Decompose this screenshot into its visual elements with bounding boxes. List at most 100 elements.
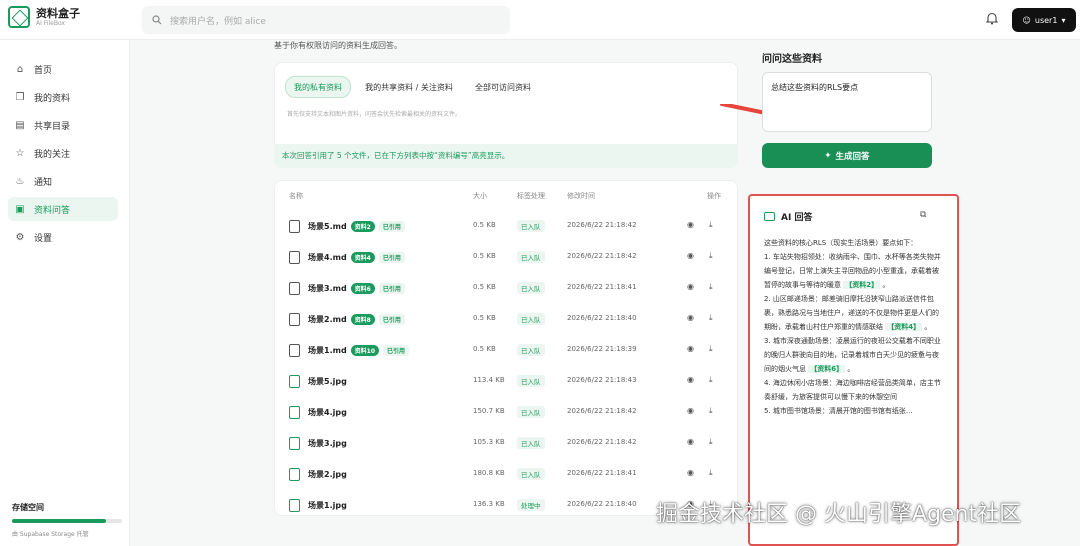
notification-bell-icon[interactable] xyxy=(985,12,999,28)
table-row[interactable]: 场景2.md 资料8 已引用 0.5 KB 已入队 2026/6/22 21:18:40 ◉… xyxy=(275,304,739,335)
preview-eye-icon[interactable]: ◉ xyxy=(687,251,694,260)
tab-private[interactable]: 我的私有资料 xyxy=(285,76,351,98)
brand[interactable]: 资料盒子 AI FileBox xyxy=(8,6,80,28)
filter-hint: 首先仅支持文本和图片资料，问答会优先检索最相关的资料文件。 xyxy=(287,111,462,118)
sidebar-item-label: 首页 xyxy=(34,65,53,76)
file-name-cell[interactable]: 场景4.md 资料4 已引用 xyxy=(289,251,405,264)
download-icon[interactable]: ⤓ xyxy=(709,220,713,230)
home-icon: ⌂ xyxy=(16,63,24,75)
col-size: 大小 xyxy=(473,192,487,200)
download-icon[interactable]: ⤓ xyxy=(709,313,713,323)
preview-eye-icon[interactable]: ◉ xyxy=(687,344,694,353)
sidebar-item-label: 我的关注 xyxy=(34,149,71,160)
source-badge: 资料4 xyxy=(350,252,375,263)
ai-point-5: 5. 城市图书馆场景：清晨开馆的图书馆有纸张... xyxy=(764,407,913,415)
image-file-icon xyxy=(289,437,300,450)
file-name-cell[interactable]: 场景2.md 资料8 已引用 xyxy=(289,313,405,326)
download-icon[interactable]: ⤓ xyxy=(709,468,713,478)
file-size: 113.4 KB xyxy=(473,376,505,384)
storage-label: 存储空间 xyxy=(12,503,44,512)
col-status: 标签处理 xyxy=(517,192,545,200)
modified-time: 2026/6/22 21:18:42 xyxy=(567,407,637,415)
source-badge: 资料2 xyxy=(350,221,375,232)
ai-answer-title: AI 回答 xyxy=(781,213,813,223)
file-name-cell[interactable]: 场景5.md 资料2 已引用 xyxy=(289,220,405,233)
citation-link[interactable]: 【资料2】 xyxy=(843,281,881,289)
preview-eye-icon[interactable]: ◉ xyxy=(687,375,694,384)
sidebar-item-following[interactable]: ☆ 我的关注 xyxy=(8,141,118,165)
file-name-cell[interactable]: 场景5.jpg xyxy=(289,375,347,388)
image-file-icon xyxy=(289,499,300,512)
download-icon[interactable]: ⤓ xyxy=(709,251,713,261)
file-name: 场景3.jpg xyxy=(308,439,347,448)
ask-title: 问问这些资料 xyxy=(762,54,822,65)
file-name: 场景1.md xyxy=(308,346,347,355)
sparkle-icon: ✦ xyxy=(824,150,832,161)
tab-shared-following[interactable]: 我的共享资料 / 关注资料 xyxy=(359,76,459,98)
download-icon[interactable]: ⤓ xyxy=(709,282,713,292)
col-name: 名称 xyxy=(289,192,303,200)
download-icon[interactable]: ⤓ xyxy=(709,437,713,447)
status-badge: 已入队 xyxy=(517,344,545,356)
file-name: 场景2.jpg xyxy=(308,470,347,479)
file-name: 场景1.jpg xyxy=(308,501,347,510)
citation-link[interactable]: 【资料4】 xyxy=(885,323,923,331)
ai-answer-header: AI 回答 xyxy=(764,210,812,223)
table-row[interactable]: 场景2.jpg 180.8 KB 已入队 2026/6/22 21:18:41 ◉ ⤓ xyxy=(275,459,739,490)
file-name-cell[interactable]: 场景2.jpg xyxy=(289,468,347,481)
question-textarea[interactable]: 总结这些资料的RLS要点 xyxy=(762,72,932,132)
search-input[interactable]: 搜索用户名，例如 alice xyxy=(142,6,510,34)
table-row[interactable]: 场景1.md 资料10 已引用 0.5 KB 已入队 2026/6/22 21:18:39… xyxy=(275,335,739,366)
file-size: 136.3 KB xyxy=(473,500,505,508)
sidebar-item-my-files[interactable]: ❐ 我的资料 xyxy=(8,85,118,109)
modified-time: 2026/6/22 21:18:43 xyxy=(567,376,637,384)
modified-time: 2026/6/22 21:18:41 xyxy=(567,469,637,477)
sidebar-item-home[interactable]: ⌂ 首页 xyxy=(8,57,118,81)
file-name: 场景5.jpg xyxy=(308,377,347,386)
table-row[interactable]: 场景4.jpg 150.7 KB 已入队 2026/6/22 21:18:42 ◉ ⤓ xyxy=(275,397,739,428)
preview-eye-icon[interactable]: ◉ xyxy=(687,468,694,477)
image-file-icon xyxy=(289,468,300,481)
table-row[interactable]: 场景5.md 资料2 已引用 0.5 KB 已入队 2026/6/22 21:18:42 ◉… xyxy=(275,211,739,242)
sidebar-item-qa[interactable]: ▣ 资料问答 xyxy=(8,197,118,221)
file-name: 场景3.md xyxy=(308,284,347,293)
modified-time: 2026/6/22 21:18:39 xyxy=(567,345,637,353)
sidebar-item-notifications[interactable]: ♨ 通知 xyxy=(8,169,118,193)
download-icon[interactable]: ⤓ xyxy=(709,375,713,385)
sidebar-item-shared[interactable]: ▤ 共享目录 xyxy=(8,113,118,137)
copy-icon[interactable]: ⧉ xyxy=(920,210,926,220)
file-name-cell[interactable]: 场景3.jpg xyxy=(289,437,347,450)
modified-time: 2026/6/22 21:18:41 xyxy=(567,283,637,291)
col-action: 操作 xyxy=(707,192,721,200)
citation-link[interactable]: 【资料6】 xyxy=(808,365,846,373)
preview-eye-icon[interactable]: ◉ xyxy=(687,406,694,415)
download-icon[interactable]: ⤓ xyxy=(709,344,713,354)
cited-tag: 已引用 xyxy=(378,252,405,263)
file-name-cell[interactable]: 场景4.jpg xyxy=(289,406,347,419)
file-name-cell[interactable]: 场景1.md 资料10 已引用 xyxy=(289,344,410,357)
search-icon xyxy=(152,15,162,25)
preview-eye-icon[interactable]: ◉ xyxy=(687,220,694,229)
file-name: 场景2.md xyxy=(308,315,347,324)
ai-point-text: 3. 城市深夜通勤场景：凌晨运行的夜班公交载着不同职业的晚归人群驶向目的地，记录… xyxy=(764,337,941,373)
preview-eye-icon[interactable]: ◉ xyxy=(687,437,694,446)
table-row[interactable]: 场景3.jpg 105.3 KB 已入队 2026/6/22 21:18:42 ◉ ⤓ xyxy=(275,428,739,459)
preview-eye-icon[interactable]: ◉ xyxy=(687,313,694,322)
generate-answer-button[interactable]: ✦ 生成回答 xyxy=(762,143,932,168)
file-size: 180.8 KB xyxy=(473,469,505,477)
file-name-cell[interactable]: 场景1.jpg xyxy=(289,499,347,512)
generate-answer-label: 生成回答 xyxy=(835,151,870,162)
download-icon[interactable]: ⤓ xyxy=(709,406,713,416)
table-row[interactable]: 场景4.md 资料4 已引用 0.5 KB 已入队 2026/6/22 21:18:42 ◉… xyxy=(275,242,739,273)
file-name-cell[interactable]: 场景3.md 资料6 已引用 xyxy=(289,282,405,295)
table-row[interactable]: 场景5.jpg 113.4 KB 已入队 2026/6/22 21:18:43 ◉ ⤓ xyxy=(275,366,739,397)
sidebar-item-settings[interactable]: ⚙ 设置 xyxy=(8,225,118,249)
file-size: 0.5 KB xyxy=(473,252,496,260)
table-row[interactable]: 场景3.md 资料6 已引用 0.5 KB 已入队 2026/6/22 21:18:41 ◉… xyxy=(275,273,739,304)
preview-eye-icon[interactable]: ◉ xyxy=(687,282,694,291)
document-file-icon xyxy=(289,344,300,357)
ai-answer-body: 这些资料的核心RLS（现实生活场景）要点如下： 1. 车站失物招领处：收纳雨伞、… xyxy=(764,236,944,418)
tab-all[interactable]: 全部可访问资料 xyxy=(467,76,539,98)
user-menu-button[interactable]: ☺ user1 ▾ xyxy=(1012,8,1076,32)
search-placeholder: 搜索用户名，例如 alice xyxy=(170,16,266,27)
